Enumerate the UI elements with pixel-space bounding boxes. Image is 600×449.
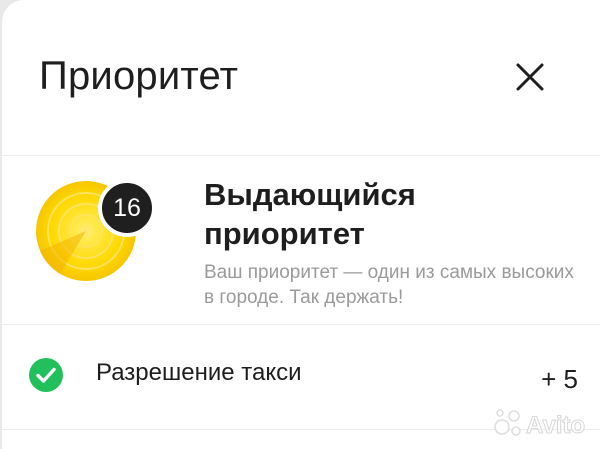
priority-score-badge: 16 [98,179,156,237]
sheet-header: Приоритет [2,0,600,156]
priority-summary: 16 Выдающийся приоритет Ваш приоритет — … [2,157,600,325]
check-circle-icon [29,358,63,392]
permission-value: + 5 [541,364,578,394]
avito-logo-icon: Avito [494,409,586,440]
priority-level-title: Выдающийся приоритет [204,177,416,251]
priority-sheet: Приоритет 16 Выдающийся приоритет Ваш пр… [2,0,600,449]
priority-description: Ваш приоритет — один из самых высоких в … [204,262,574,308]
close-button[interactable] [510,57,550,97]
watermark-brand-text: Avito [526,412,585,439]
permission-label: Разрешение такси [96,359,302,386]
close-icon [516,63,544,91]
page-title: Приоритет [39,54,239,98]
